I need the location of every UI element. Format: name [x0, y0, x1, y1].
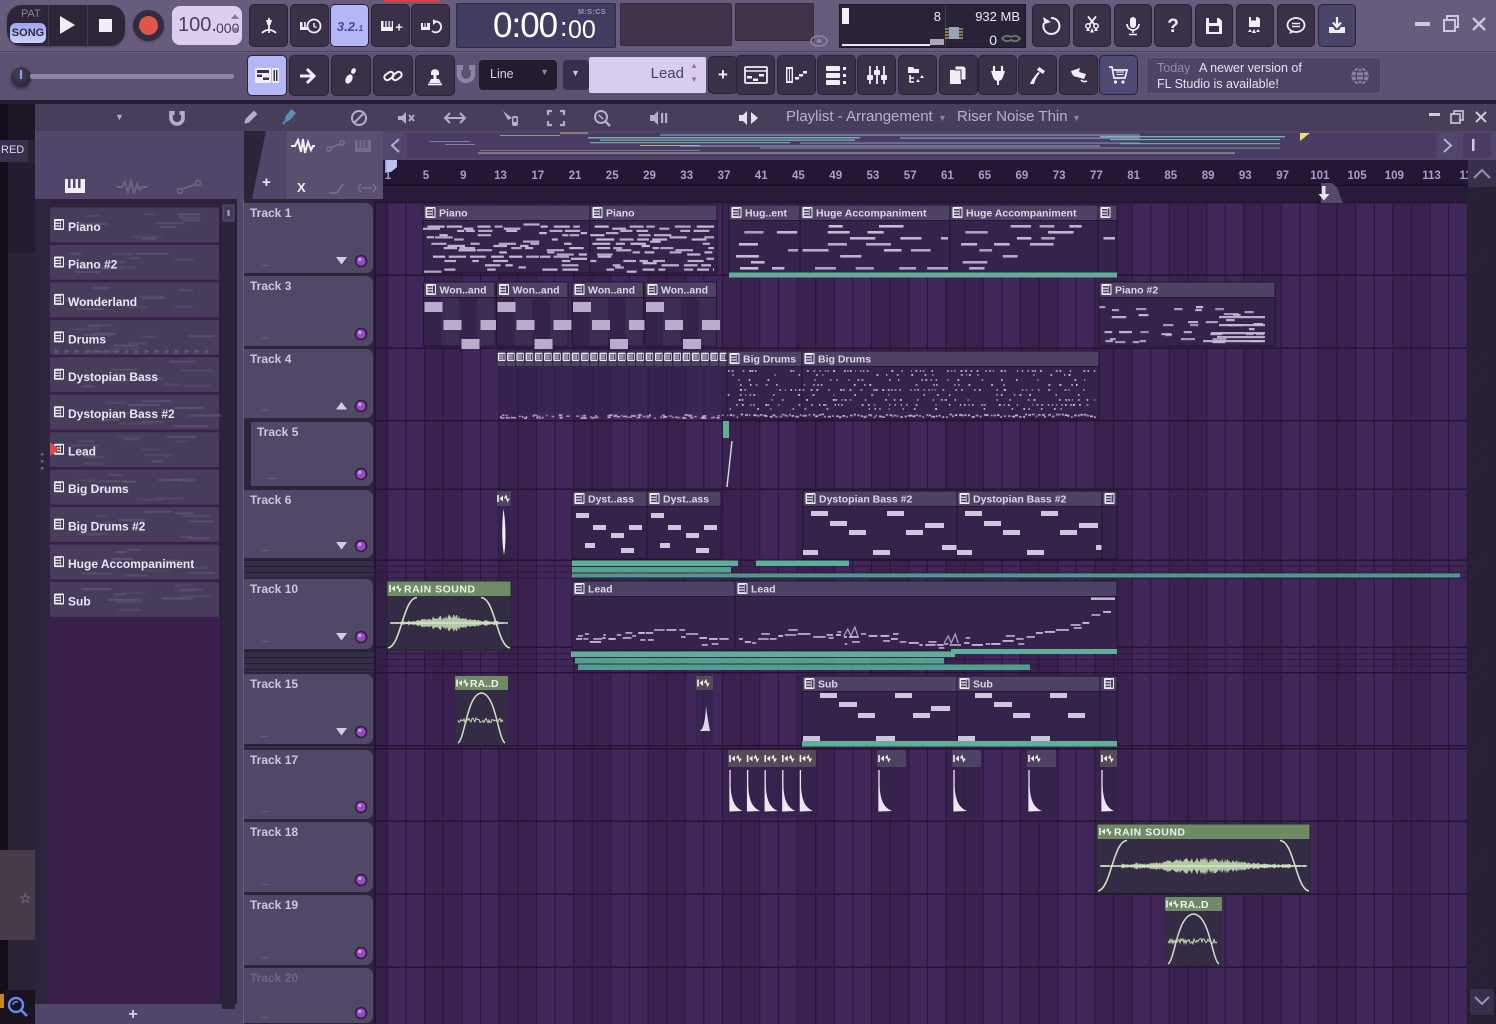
- svg-text:Won..and: Won..and: [513, 285, 560, 297]
- svg-text:Lead: Lead: [751, 584, 776, 596]
- svg-text:81: 81: [1127, 170, 1140, 182]
- svg-text:21: 21: [569, 170, 582, 182]
- svg-text:93: 93: [1239, 170, 1252, 182]
- svg-text:69: 69: [1016, 170, 1029, 182]
- svg-text:45: 45: [792, 170, 805, 182]
- svg-text:Won..and: Won..and: [588, 285, 635, 297]
- svg-text:9: 9: [460, 170, 466, 182]
- svg-text:37: 37: [718, 170, 731, 182]
- svg-text:3.2.1: 3.2.1: [336, 19, 363, 34]
- svg-text:49: 49: [829, 170, 842, 182]
- svg-text:Track 20: Track 20: [250, 971, 298, 985]
- svg-text:Piano: Piano: [68, 220, 101, 234]
- svg-text:...: ...: [261, 877, 269, 888]
- svg-text:Track 15: Track 15: [250, 677, 298, 691]
- svg-text:Sub: Sub: [973, 679, 993, 691]
- svg-text:...: ...: [261, 258, 269, 269]
- svg-text:Track 17: Track 17: [250, 753, 298, 767]
- svg-text:Track 19: Track 19: [250, 898, 298, 912]
- svg-text:Dystopian Bass #2: Dystopian Bass #2: [68, 407, 175, 421]
- svg-text:Big Drums: Big Drums: [743, 354, 796, 366]
- svg-text:109: 109: [1385, 170, 1404, 182]
- svg-text:Piano: Piano: [606, 208, 635, 220]
- svg-text:RA..D: RA..D: [1180, 899, 1209, 911]
- svg-text:Lead: Lead: [68, 445, 96, 459]
- svg-text:61: 61: [941, 170, 954, 182]
- svg-text:Huge Accompaniment: Huge Accompaniment: [68, 557, 194, 571]
- svg-text:+: +: [128, 1006, 137, 1023]
- svg-text:65: 65: [978, 170, 991, 182]
- svg-text:RAIN SOUND: RAIN SOUND: [1114, 827, 1186, 839]
- svg-text:29: 29: [643, 170, 656, 182]
- svg-text:89: 89: [1202, 170, 1215, 182]
- svg-text:Track 1: Track 1: [250, 206, 292, 220]
- svg-text:5: 5: [423, 170, 430, 182]
- svg-text:...: ...: [261, 1010, 269, 1021]
- svg-text:...: ...: [261, 634, 269, 645]
- svg-text:25: 25: [606, 170, 619, 182]
- svg-text:73: 73: [1053, 170, 1066, 182]
- svg-text:...: ...: [261, 543, 269, 554]
- svg-text:53: 53: [867, 170, 880, 182]
- svg-text:Dystopian Bass #2: Dystopian Bass #2: [819, 494, 913, 506]
- svg-text:101: 101: [1310, 170, 1330, 182]
- svg-text:Piano #2: Piano #2: [68, 257, 118, 271]
- svg-text:+: +: [395, 19, 403, 34]
- svg-text:...: ...: [268, 471, 276, 482]
- svg-text:97: 97: [1276, 170, 1289, 182]
- svg-text:Dyst..ass: Dyst..ass: [588, 494, 634, 506]
- svg-text:?: ?: [1167, 16, 1179, 37]
- svg-text:Lead: Lead: [588, 584, 613, 596]
- svg-text:...: ...: [261, 804, 269, 815]
- svg-text:57: 57: [904, 170, 917, 182]
- svg-text:33: 33: [680, 170, 693, 182]
- svg-text:Track 3: Track 3: [250, 279, 292, 293]
- svg-text:RAIN SOUND: RAIN SOUND: [404, 584, 476, 596]
- svg-text:Dystopian Bass: Dystopian Bass: [68, 370, 158, 384]
- svg-text:Huge Accompaniment: Huge Accompaniment: [816, 208, 927, 220]
- svg-text:Won..and: Won..and: [661, 285, 708, 297]
- svg-text:Piano #2: Piano #2: [1115, 285, 1158, 297]
- svg-text:Big Drums #2: Big Drums #2: [68, 520, 146, 534]
- svg-text:Piano: Piano: [439, 208, 468, 220]
- svg-text:...: ...: [261, 729, 269, 740]
- svg-text:Wonderland: Wonderland: [68, 295, 137, 309]
- svg-text:13: 13: [494, 170, 507, 182]
- svg-text:...: ...: [261, 331, 269, 342]
- svg-text:Big Drums: Big Drums: [818, 354, 871, 366]
- svg-text:Sub: Sub: [818, 679, 838, 691]
- svg-text:Hug..ent: Hug..ent: [745, 208, 787, 220]
- svg-text:Track 18: Track 18: [250, 825, 298, 839]
- svg-text:Big Drums: Big Drums: [68, 482, 129, 496]
- svg-text:Won..and: Won..and: [440, 285, 487, 297]
- svg-text:77: 77: [1090, 170, 1103, 182]
- svg-text:41: 41: [755, 170, 768, 182]
- svg-text:105: 105: [1347, 170, 1367, 182]
- svg-text:...: ...: [261, 950, 269, 961]
- svg-text:Track 5: Track 5: [257, 425, 299, 439]
- svg-text:Dyst..ass: Dyst..ass: [663, 494, 709, 506]
- svg-text:85: 85: [1164, 170, 1177, 182]
- svg-text:Track 10: Track 10: [250, 582, 298, 596]
- svg-text:Huge Accompaniment: Huge Accompaniment: [966, 208, 1077, 220]
- svg-text:Track 4: Track 4: [250, 352, 292, 366]
- svg-text:RA..D: RA..D: [470, 678, 499, 690]
- svg-text:Sub: Sub: [68, 595, 91, 609]
- svg-text:...: ...: [261, 403, 269, 414]
- svg-text:113: 113: [1422, 170, 1441, 182]
- svg-text:Dystopian Bass #2: Dystopian Bass #2: [973, 494, 1067, 506]
- svg-text:Track 6: Track 6: [250, 493, 292, 507]
- svg-text:Drums: Drums: [68, 332, 106, 346]
- svg-text:17: 17: [531, 170, 544, 182]
